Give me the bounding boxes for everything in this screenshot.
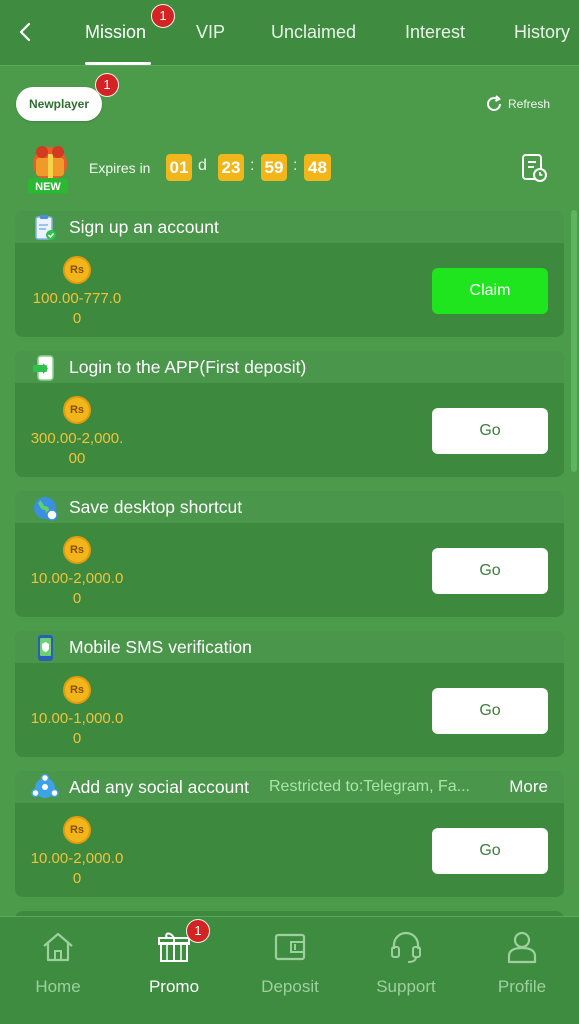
nav-profile-label: Profile bbox=[497, 977, 547, 996]
globe-shortcut-icon bbox=[34, 497, 58, 521]
mission-card: Login to the APP(First deposit) Rs 300.0… bbox=[15, 351, 564, 477]
timer-days: 01 bbox=[166, 154, 192, 181]
go-button[interactable]: Go bbox=[432, 548, 548, 594]
home-icon bbox=[43, 932, 73, 962]
refresh-button[interactable]: Refresh bbox=[484, 94, 550, 114]
rupee-coin-icon: Rs bbox=[63, 676, 91, 704]
top-tab-bar: Mission 1 VIP Unclaimed Interest History bbox=[0, 0, 579, 66]
nav-promo[interactable]: 1 Promo bbox=[116, 917, 232, 1024]
mission-title: Mobile SMS verification bbox=[69, 637, 252, 657]
mobile-sms-icon bbox=[38, 635, 53, 661]
social-network-icon bbox=[31, 774, 59, 798]
rupee-coin-icon: Rs bbox=[63, 396, 91, 424]
timer-separator: : bbox=[293, 157, 298, 174]
reward-amount: 10.00-2,000.00 bbox=[30, 850, 124, 887]
scrollbar[interactable] bbox=[571, 210, 577, 472]
rupee-coin-icon: Rs bbox=[63, 816, 91, 844]
mission-title: Login to the APP(First deposit) bbox=[69, 357, 307, 377]
nav-promo-label: Promo bbox=[148, 977, 200, 996]
mission-card: Mobile SMS verification Rs 10.00-1,000.0… bbox=[15, 631, 564, 757]
signup-clipboard-icon bbox=[35, 215, 56, 240]
reward-amount: 10.00-1,000.00 bbox=[30, 710, 124, 747]
rupee-coin-icon: Rs bbox=[63, 256, 91, 284]
records-icon[interactable] bbox=[520, 153, 548, 183]
rupee-coin-icon: Rs bbox=[63, 536, 91, 564]
mission-title: Add any social account bbox=[69, 777, 249, 797]
headset-icon bbox=[391, 931, 421, 963]
nav-support-label: Support bbox=[376, 977, 436, 996]
nav-home-label: Home bbox=[35, 977, 81, 996]
tab-mission[interactable]: Mission bbox=[85, 22, 146, 43]
wallet-icon bbox=[274, 933, 306, 961]
active-tab-indicator bbox=[85, 62, 151, 65]
reward-amount: 300.00-2,000.00 bbox=[30, 430, 124, 467]
login-app-icon bbox=[33, 355, 54, 381]
user-icon bbox=[507, 931, 537, 964]
more-link[interactable]: More bbox=[509, 777, 548, 797]
reward-amount: 10.00-2,000.00 bbox=[30, 570, 124, 607]
restriction-note: Restricted to:Telegram, Fa... bbox=[269, 778, 470, 795]
timer-minutes: 59 bbox=[261, 154, 287, 181]
claim-button[interactable]: Claim bbox=[432, 268, 548, 314]
nav-home[interactable]: Home bbox=[0, 917, 116, 1024]
timer-hours: 23 bbox=[218, 154, 244, 181]
mission-card: Add any social account Restricted to:Tel… bbox=[15, 771, 564, 897]
tab-interest[interactable]: Interest bbox=[405, 22, 465, 43]
newplayer-category-pill[interactable]: Newplayer bbox=[16, 87, 102, 121]
promo-nav-badge: 1 bbox=[186, 919, 210, 943]
timer-separator: : bbox=[250, 157, 255, 174]
new-badge-text: NEW bbox=[35, 181, 61, 193]
mission-card: Sign up an account Rs 100.00-777.00 Clai… bbox=[15, 211, 564, 337]
back-arrow-icon[interactable] bbox=[14, 20, 38, 44]
timer-seconds: 48 bbox=[304, 154, 331, 181]
nav-support[interactable]: Support bbox=[348, 917, 464, 1024]
mission-title: Save desktop shortcut bbox=[69, 497, 243, 517]
reward-amount: 100.00-777.00 bbox=[32, 290, 122, 327]
newplayer-badge: 1 bbox=[95, 73, 119, 97]
bottom-navigation: Home 1 Promo Deposit Support Profile bbox=[0, 916, 579, 1024]
tab-history[interactable]: History bbox=[514, 22, 570, 43]
refresh-icon bbox=[487, 95, 501, 111]
tab-vip[interactable]: VIP bbox=[196, 22, 225, 43]
nav-profile[interactable]: Profile bbox=[464, 917, 579, 1024]
nav-deposit-label: Deposit bbox=[261, 977, 319, 996]
mission-card: Save desktop shortcut Rs 10.00-2,000.00 … bbox=[15, 491, 564, 617]
tab-unclaimed[interactable]: Unclaimed bbox=[271, 22, 356, 43]
nav-deposit[interactable]: Deposit bbox=[232, 917, 348, 1024]
new-gift-icon: NEW bbox=[28, 146, 68, 194]
mission-tab-badge: 1 bbox=[151, 4, 175, 28]
timer-day-unit: d bbox=[198, 157, 207, 174]
go-button[interactable]: Go bbox=[432, 688, 548, 734]
mission-title: Sign up an account bbox=[69, 217, 219, 237]
go-button[interactable]: Go bbox=[432, 408, 548, 454]
expires-label: Expires in bbox=[89, 160, 151, 176]
go-button[interactable]: Go bbox=[432, 828, 548, 874]
refresh-label: Refresh bbox=[508, 97, 551, 111]
